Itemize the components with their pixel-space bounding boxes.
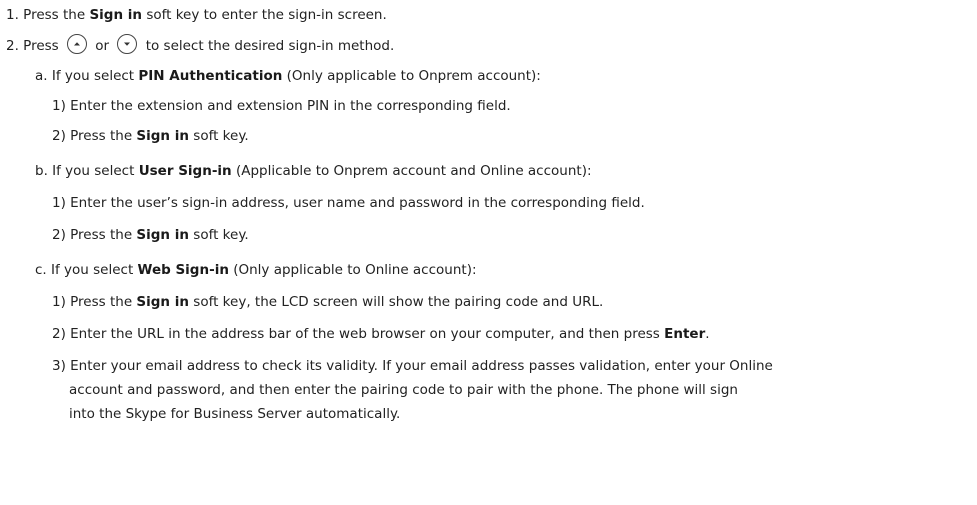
option-c-step-2: 2) Enter the URL in the address bar of t… (52, 324, 710, 344)
option-a-rest: (Only applicable to Onprem account): (282, 68, 541, 84)
option-c-heading: c. If you select Web Sign-in (Only appli… (35, 260, 477, 280)
step-2: 2. Press or to select the desired sign-i… (6, 34, 395, 56)
option-b-step-2-prefix: 2) Press the (52, 227, 137, 243)
up-arrow-key-icon (67, 34, 87, 54)
option-c-rest: (Only applicable to Online account): (228, 262, 477, 278)
enter-key-label: Enter (664, 326, 706, 342)
option-b-prefix: b. If you select (35, 163, 139, 179)
option-c-step-3-text-1: 3) Enter your email address to check its… (52, 358, 773, 374)
option-b-step-2-rest: soft key. (189, 227, 249, 243)
option-c-step-3-line-1: 3) Enter your email address to check its… (52, 356, 773, 376)
option-c-step-1-prefix: 1) Press the (52, 294, 137, 310)
sign-in-label: Sign in (136, 128, 189, 144)
option-a-step-2: 2) Press the Sign in soft key. (52, 126, 249, 146)
option-c-prefix: c. If you select (35, 262, 138, 278)
option-b-step-1: 1) Enter the user’s sign-in address, use… (52, 193, 645, 213)
sign-in-label: Sign in (89, 7, 143, 23)
step-2-rest: to select the desired sign-in method. (141, 38, 395, 54)
sign-in-label: Sign in (136, 294, 189, 310)
option-a-prefix: a. If you select (35, 68, 139, 84)
step-2-text: 2. Press (6, 38, 63, 54)
user-sign-in-label: User Sign-in (138, 163, 232, 179)
sign-in-label: Sign in (136, 227, 189, 243)
option-a-step-1: 1) Enter the extension and extension PIN… (52, 96, 511, 116)
option-b-step-1-text: 1) Enter the user’s sign-in address, use… (52, 195, 645, 211)
option-c-step-2-prefix: 2) Enter the URL in the address bar of t… (52, 326, 665, 342)
step-1-text: 1. Press the (6, 7, 90, 23)
option-b-rest: (Applicable to Onprem account and Online… (231, 163, 592, 179)
option-b-step-2: 2) Press the Sign in soft key. (52, 225, 249, 245)
pin-authentication-label: PIN Authentication (138, 68, 283, 84)
option-c-step-3-line-2: account and password, and then enter the… (69, 380, 738, 400)
web-sign-in-label: Web Sign-in (137, 262, 229, 278)
document-page: 1. Press the Sign in soft key to enter t… (0, 0, 977, 505)
step-2-or: or (91, 38, 114, 54)
step-1: 1. Press the Sign in soft key to enter t… (6, 5, 387, 25)
step-1-rest: soft key to enter the sign-in screen. (142, 7, 387, 23)
option-c-step-2-rest: . (705, 326, 710, 342)
option-a-step-2-prefix: 2) Press the (52, 128, 137, 144)
option-a-step-2-rest: soft key. (189, 128, 249, 144)
option-c-step-3-line-3: into the Skype for Business Server autom… (69, 404, 400, 424)
option-b-heading: b. If you select User Sign-in (Applicabl… (35, 161, 592, 181)
down-arrow-key-icon (117, 34, 138, 54)
option-c-step-1-rest: soft key, the LCD screen will show the p… (189, 294, 604, 310)
option-c-step-1: 1) Press the Sign in soft key, the LCD s… (52, 292, 603, 312)
option-c-step-3-text-2: account and password, and then enter the… (69, 382, 738, 398)
option-a-step-1-text: 1) Enter the extension and extension PIN… (52, 98, 511, 114)
option-c-step-3-text-3: into the Skype for Business Server autom… (69, 406, 401, 422)
option-a-heading: a. If you select PIN Authentication (Onl… (35, 66, 541, 86)
